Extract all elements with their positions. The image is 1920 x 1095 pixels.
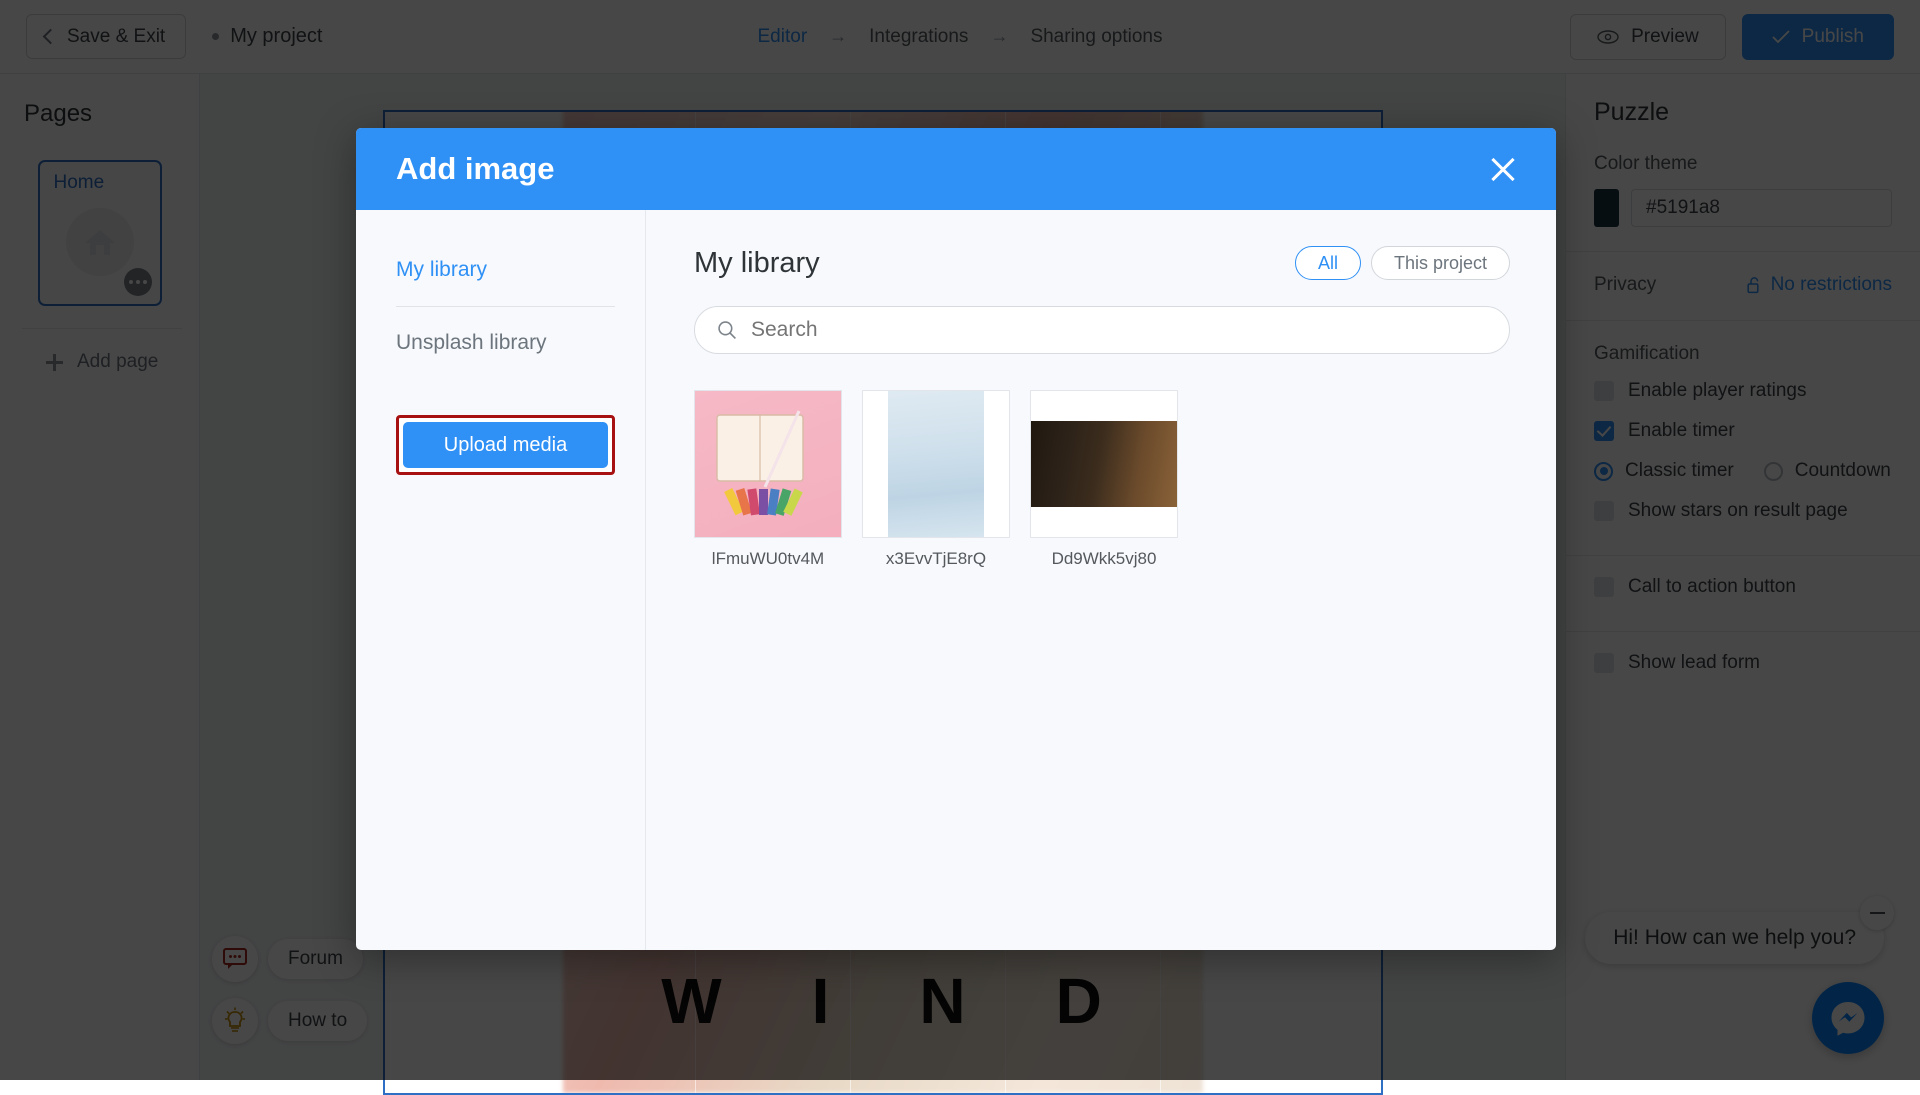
search-icon (717, 320, 737, 340)
sidebar-item-unsplash-library[interactable]: Unsplash library (396, 323, 615, 363)
modal-header: Add image (356, 128, 1556, 210)
library-title: My library (694, 247, 820, 280)
library-header: My library All This project (694, 246, 1510, 280)
filter-pill-group: All This project (1295, 246, 1510, 280)
search-box[interactable] (694, 306, 1510, 354)
thumbnail-caption: x3EvvTjE8rQ (862, 549, 1010, 569)
thumbnail-image-snow[interactable] (862, 390, 1010, 538)
modal-body: My library Unsplash library Upload media… (356, 210, 1556, 950)
modal-main: My library All This project (646, 210, 1556, 950)
search-input[interactable] (751, 318, 1487, 342)
filter-pill-this-project[interactable]: This project (1371, 246, 1510, 280)
thumbnail-item[interactable]: x3EvvTjE8rQ (862, 390, 1010, 569)
modal-title: Add image (396, 151, 554, 187)
upload-media-highlight: Upload media (396, 415, 615, 475)
image-content (695, 391, 841, 537)
thumbnail-grid: lFmuWU0tv4M x3EvvTjE8rQ Dd9Wkk5vj80 (694, 390, 1510, 569)
filter-pill-all[interactable]: All (1295, 246, 1361, 280)
divider (396, 306, 615, 307)
thumbnail-item[interactable]: Dd9Wkk5vj80 (1030, 390, 1178, 569)
image-content (863, 391, 1009, 537)
thumbnail-image-desk-laptop[interactable] (1030, 390, 1178, 538)
upload-media-button[interactable]: Upload media (403, 422, 608, 468)
add-image-modal: Add image My library Unsplash library Up… (356, 128, 1556, 950)
thumbnail-item[interactable]: lFmuWU0tv4M (694, 390, 842, 569)
thumbnail-caption: Dd9Wkk5vj80 (1030, 549, 1178, 569)
sidebar-item-my-library[interactable]: My library (396, 250, 615, 290)
thumbnail-image-notebook-palette[interactable] (694, 390, 842, 538)
image-content (1031, 391, 1177, 537)
close-icon[interactable] (1486, 152, 1520, 186)
thumbnail-caption: lFmuWU0tv4M (694, 549, 842, 569)
modal-sidebar: My library Unsplash library Upload media (356, 210, 646, 950)
